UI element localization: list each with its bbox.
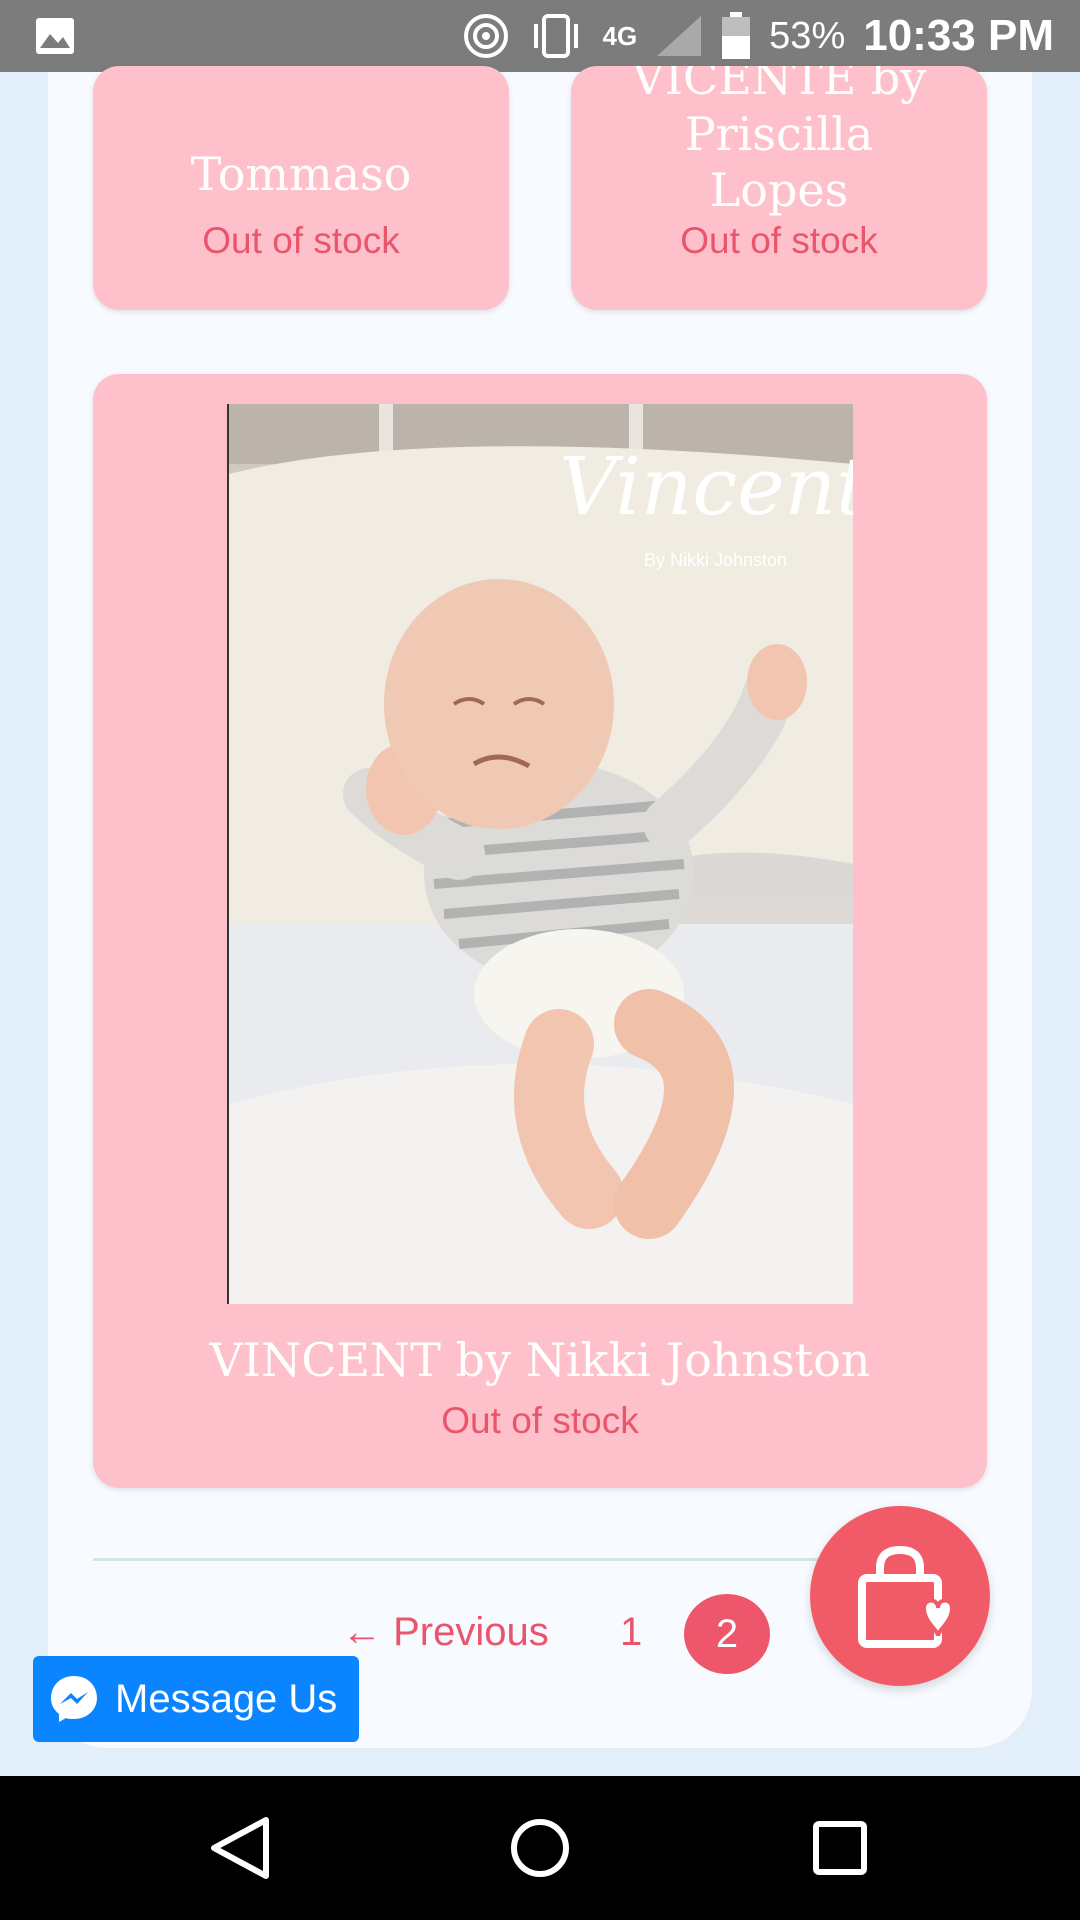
product-list-page: Tommaso Out of stock VICENTE by Priscill… <box>48 66 1032 1748</box>
pagination-page-1[interactable]: 1 <box>620 1610 642 1655</box>
message-us-button[interactable]: Message Us <box>33 1656 359 1742</box>
cart-fab-button[interactable] <box>810 1506 990 1686</box>
product-title-line-1: VICENTE by <box>631 66 927 105</box>
battery-icon <box>722 12 751 59</box>
image-overlay-sub: By Nikki Johnston <box>644 550 787 570</box>
hotspot-icon <box>464 14 509 58</box>
signal-icon <box>657 16 702 56</box>
clock: 10:33 PM <box>863 11 1054 60</box>
stock-status: Out of stock <box>680 220 878 261</box>
product-card-tommaso[interactable]: Tommaso Out of stock <box>93 66 509 310</box>
status-bar: 4G 53% 10:33 PM <box>0 0 1080 72</box>
vibrate-icon <box>534 14 579 58</box>
back-icon[interactable] <box>200 1808 280 1888</box>
stock-status: Out of stock <box>202 220 400 261</box>
recents-icon[interactable] <box>800 1808 880 1888</box>
baby-photo: Vincent By Nikki Johnston <box>229 404 853 1304</box>
product-card-vincent[interactable]: Vincent By Nikki Johnston VINCENT by Nik… <box>93 374 987 1488</box>
system-nav-bar <box>0 1776 1080 1920</box>
messenger-icon <box>51 1676 97 1722</box>
shopping-bag-heart-icon <box>858 1545 955 1648</box>
pagination-divider <box>93 1558 833 1561</box>
product-title: VINCENT by Nikki Johnston <box>209 1333 871 1387</box>
pagination-previous[interactable]: ← Previous <box>342 1610 549 1655</box>
stock-status: Out of stock <box>441 1400 639 1441</box>
product-title-line-3: Lopes <box>709 163 849 217</box>
product-title-line-2: Priscilla <box>684 107 874 161</box>
home-icon[interactable] <box>500 1808 580 1888</box>
battery-percent: 53% <box>769 14 846 57</box>
product-card-vicente[interactable]: VICENTE by Priscilla Lopes Out of stock <box>571 66 987 310</box>
status-icons: 4G 53% 10:33 PM <box>462 0 1054 72</box>
message-us-label: Message Us <box>115 1676 338 1721</box>
gallery-icon <box>36 18 74 54</box>
product-title: Tommaso <box>190 147 412 201</box>
network-type: 4G <box>602 20 638 51</box>
product-image[interactable]: Vincent By Nikki Johnston <box>227 404 853 1304</box>
pagination-page-current[interactable]: 2 <box>684 1594 770 1674</box>
image-overlay-script: Vincent <box>559 440 853 533</box>
